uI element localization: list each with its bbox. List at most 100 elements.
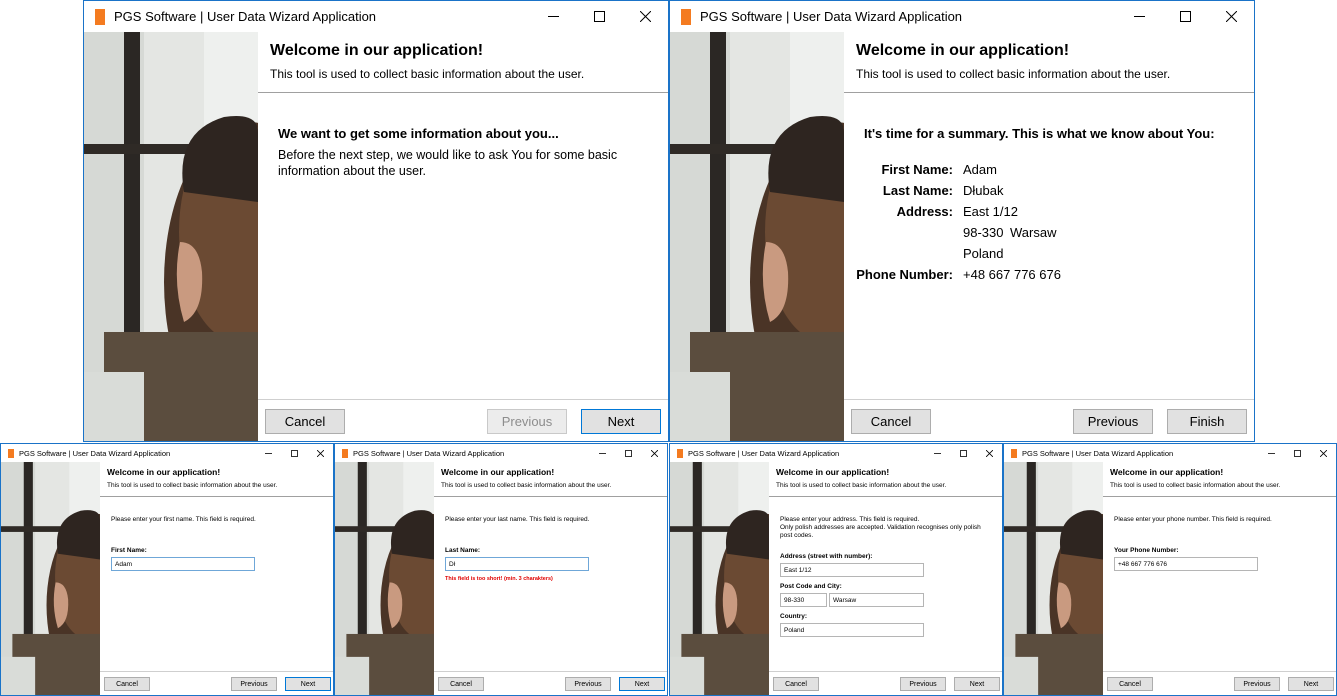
- wizard-window-summary: PGS Software | User Data Wizard Applicat…: [669, 0, 1255, 442]
- first-name-input[interactable]: Adam: [111, 557, 255, 571]
- validation-error: This field is too short! (min. 3 charakt…: [445, 576, 553, 582]
- city-input[interactable]: Warsaw: [829, 593, 924, 607]
- header-subtitle: This tool is used to collect basic infor…: [776, 482, 947, 489]
- street-input-value: East 1/12: [784, 566, 812, 574]
- close-icon[interactable]: [622, 1, 668, 32]
- previous-button[interactable]: Previous: [1073, 409, 1153, 434]
- intro-heading: We want to get some information about yo…: [278, 126, 559, 141]
- next-button[interactable]: Next: [954, 677, 1000, 691]
- last-name-input[interactable]: Dł: [445, 557, 589, 571]
- postcode-input[interactable]: 98-330: [780, 593, 827, 607]
- first-name-input-value: Adam: [115, 560, 132, 568]
- wizard-body: Please enter your phone number. This fie…: [1103, 497, 1336, 671]
- window-title: PGS Software | User Data Wizard Applicat…: [353, 448, 505, 458]
- previous-button[interactable]: Previous: [565, 677, 611, 691]
- previous-button[interactable]: Previous: [1234, 677, 1280, 691]
- previous-button[interactable]: Previous: [231, 677, 277, 691]
- header-subtitle: This tool is used to collect basic infor…: [441, 482, 612, 489]
- title-bar[interactable]: PGS Software | User Data Wizard Applicat…: [1, 444, 333, 462]
- header-subtitle: This tool is used to collect basic infor…: [270, 67, 585, 81]
- wizard-content: Welcome in our application! This tool is…: [258, 32, 668, 441]
- title-bar[interactable]: PGS Software | User Data Wizard Applicat…: [670, 1, 1254, 32]
- country-input[interactable]: Poland: [780, 623, 924, 637]
- side-photo: [1004, 462, 1103, 695]
- cancel-button[interactable]: Cancel: [851, 409, 931, 434]
- wizard-window-first-name: PGS Software | User Data Wizard Applicat…: [0, 443, 334, 696]
- phone-label: Your Phone Number:: [1114, 547, 1179, 554]
- summary-heading: It's time for a summary. This is what we…: [864, 126, 1215, 141]
- wizard-footer: Cancel Previous Next: [100, 671, 333, 695]
- wizard-footer: Cancel Previous Finish: [844, 399, 1254, 441]
- header-title: Welcome in our application!: [1110, 467, 1224, 477]
- close-icon[interactable]: [641, 444, 667, 462]
- header-title: Welcome in our application!: [107, 467, 221, 477]
- next-button[interactable]: Next: [619, 677, 665, 691]
- wizard-footer: Cancel Previous Next: [434, 671, 667, 695]
- summary-country: Poland: [963, 246, 1004, 261]
- previous-button[interactable]: Previous: [487, 409, 567, 434]
- minimize-icon[interactable]: [1116, 1, 1162, 32]
- header-title: Welcome in our application!: [856, 42, 1070, 59]
- side-photo: [335, 462, 434, 695]
- cancel-button[interactable]: Cancel: [265, 409, 345, 434]
- phone-input[interactable]: +48 667 776 676: [1114, 557, 1258, 571]
- minimize-icon[interactable]: [589, 444, 615, 462]
- postcode-input-value: 98-330: [784, 596, 805, 604]
- maximize-icon[interactable]: [281, 444, 307, 462]
- cancel-button[interactable]: Cancel: [104, 677, 150, 691]
- cancel-button[interactable]: Cancel: [438, 677, 484, 691]
- wizard-header: Welcome in our application! This tool is…: [434, 462, 667, 497]
- previous-button[interactable]: Previous: [900, 677, 946, 691]
- wizard-window-address: PGS Software | User Data Wizard Applicat…: [669, 443, 1003, 696]
- header-subtitle: This tool is used to collect basic infor…: [856, 67, 1171, 81]
- maximize-icon[interactable]: [1284, 444, 1310, 462]
- intro-line-1: Before the next step, we would like to a…: [278, 148, 618, 162]
- minimize-icon[interactable]: [924, 444, 950, 462]
- maximize-icon[interactable]: [1162, 1, 1208, 32]
- instruction-text: Please enter your phone number. This fie…: [1114, 516, 1272, 523]
- title-bar[interactable]: PGS Software | User Data Wizard Applicat…: [1004, 444, 1336, 462]
- last-name-input-value: Dł: [449, 560, 456, 568]
- header-subtitle: This tool is used to collect basic infor…: [107, 482, 278, 489]
- header-title: Welcome in our application!: [776, 467, 890, 477]
- app-logo-icon: [8, 448, 14, 458]
- maximize-icon[interactable]: [950, 444, 976, 462]
- cancel-button[interactable]: Cancel: [1107, 677, 1153, 691]
- wizard-content: Welcome in our application! This tool is…: [844, 32, 1254, 441]
- maximize-icon[interactable]: [576, 1, 622, 32]
- intro-line-2: information about the user.: [278, 164, 427, 178]
- wizard-content: Welcome in our application! This tool is…: [1103, 462, 1336, 695]
- country-label: Country:: [780, 613, 808, 620]
- country-input-value: Poland: [784, 626, 805, 634]
- window-title: PGS Software | User Data Wizard Applicat…: [1022, 448, 1174, 458]
- minimize-icon[interactable]: [255, 444, 281, 462]
- finish-button[interactable]: Finish: [1167, 409, 1247, 434]
- close-icon[interactable]: [1208, 1, 1254, 32]
- wizard-footer: Cancel Previous Next: [1103, 671, 1336, 695]
- maximize-icon[interactable]: [615, 444, 641, 462]
- cancel-button[interactable]: Cancel: [773, 677, 819, 691]
- wizard-window-intro: PGS Software | User Data Wizard Applicat…: [83, 0, 669, 442]
- close-icon[interactable]: [1310, 444, 1336, 462]
- minimize-icon[interactable]: [1258, 444, 1284, 462]
- next-button[interactable]: Next: [581, 409, 661, 434]
- wizard-body: Please enter your first name. This field…: [100, 497, 333, 671]
- title-bar[interactable]: PGS Software | User Data Wizard Applicat…: [670, 444, 1002, 462]
- wizard-body: It's time for a summary. This is what we…: [844, 93, 1254, 399]
- next-button[interactable]: Next: [285, 677, 331, 691]
- title-bar[interactable]: PGS Software | User Data Wizard Applicat…: [335, 444, 667, 462]
- wizard-body: Please enter your last name. This field …: [434, 497, 667, 671]
- summary-address-label: Address:: [896, 204, 953, 219]
- close-icon[interactable]: [976, 444, 1002, 462]
- minimize-icon[interactable]: [530, 1, 576, 32]
- wizard-window-last-name: PGS Software | User Data Wizard Applicat…: [334, 443, 668, 696]
- app-logo-icon: [681, 8, 691, 25]
- side-photo: [670, 32, 844, 441]
- next-button[interactable]: Next: [1288, 677, 1334, 691]
- wizard-content: Welcome in our application! This tool is…: [434, 462, 667, 695]
- window-title: PGS Software | User Data Wizard Applicat…: [114, 9, 377, 24]
- title-bar[interactable]: PGS Software | User Data Wizard Applicat…: [84, 1, 668, 32]
- summary-postcode: 98-330: [963, 225, 1004, 240]
- street-input[interactable]: East 1/12: [780, 563, 924, 577]
- close-icon[interactable]: [307, 444, 333, 462]
